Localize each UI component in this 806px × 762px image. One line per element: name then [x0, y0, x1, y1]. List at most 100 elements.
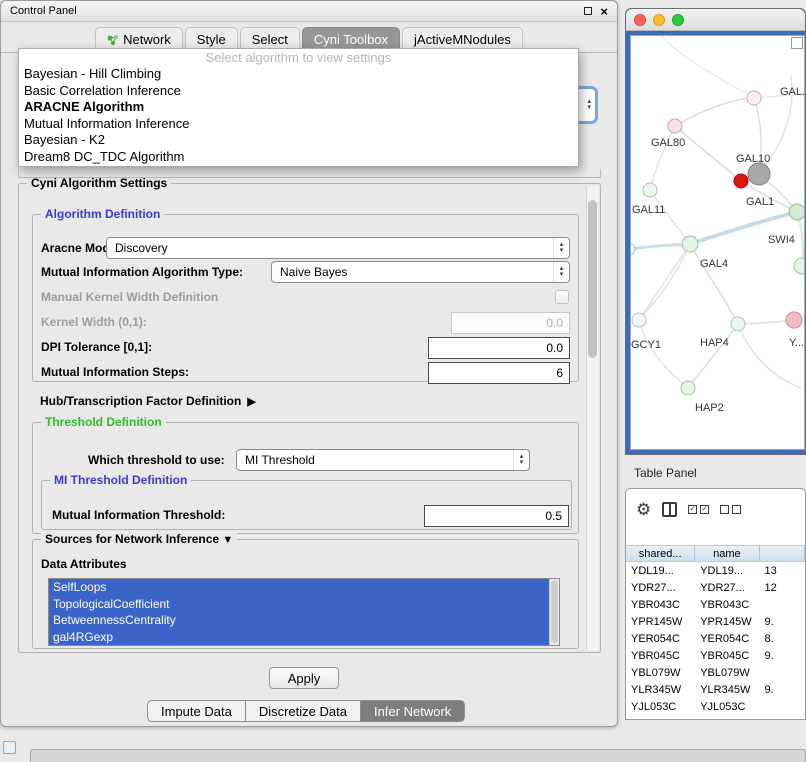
- table-row[interactable]: YDR27...YDR27...12: [626, 579, 805, 596]
- table-cell: 9.: [760, 616, 806, 628]
- manual-kernel-label: Manual Kernel Width Definition: [41, 290, 218, 304]
- network-node[interactable]: [786, 312, 802, 328]
- which-threshold-value: MI Threshold: [245, 453, 315, 467]
- table-cell: YJL053C: [626, 701, 695, 713]
- node-label: SWI4: [768, 234, 795, 246]
- table-body: YDL19...YDL19...13YDR27...YDR27...12YBR0…: [626, 562, 805, 715]
- which-threshold-select[interactable]: MI Threshold ▴▾: [236, 449, 530, 471]
- close-window-icon[interactable]: ×: [600, 5, 608, 18]
- mi-type-value: Naive Bayes: [280, 265, 347, 279]
- combo-arrows-icon: ▴▾: [513, 450, 529, 470]
- column-header-blank[interactable]: [760, 546, 806, 561]
- settings-scrollbar[interactable]: [586, 186, 598, 650]
- apply-button[interactable]: Apply: [269, 667, 339, 689]
- table-cell: YDR27...: [695, 582, 759, 594]
- table-panel-toolbar: ⚙: [626, 489, 805, 523]
- network-window-titlebar: [626, 9, 805, 31]
- network-node[interactable]: [632, 313, 646, 327]
- network-canvas[interactable]: GAL...GAL80GAL10GAL11GAL1SWI4GAL4GCY1HAP…: [630, 35, 805, 450]
- zoom-traffic-light[interactable]: [672, 14, 684, 26]
- control-panel-window: Control Panel × NetworkStyleSelectCyni T…: [0, 0, 618, 727]
- algorithm-option-basic-correlation-inference[interactable]: Basic Correlation Inference: [19, 83, 578, 100]
- table-row[interactable]: YLR345WYLR345W9.: [626, 681, 805, 698]
- network-node[interactable]: [631, 243, 635, 255]
- gear-icon[interactable]: ⚙: [636, 501, 651, 518]
- attribute-selfloops[interactable]: SelfLoops: [49, 579, 549, 596]
- attribute-topologicalcoefficient[interactable]: TopologicalCoefficient: [49, 596, 549, 613]
- column-header-name[interactable]: name: [695, 546, 759, 561]
- aracne-mode-select[interactable]: Discovery ▴▾: [106, 237, 570, 259]
- minimize-traffic-light[interactable]: [653, 14, 665, 26]
- manual-kernel-checkbox[interactable]: [555, 290, 569, 304]
- bottom-tab-infer-network[interactable]: Infer Network: [360, 700, 465, 722]
- table-row[interactable]: YJL053CYJL053C: [626, 698, 805, 715]
- cyni-bottom-tabbar: Impute DataDiscretize DataInfer Network: [147, 700, 465, 722]
- column-header-shared[interactable]: shared...: [626, 546, 695, 561]
- close-traffic-light[interactable]: [634, 14, 646, 26]
- network-node[interactable]: [681, 381, 695, 395]
- network-node[interactable]: [731, 317, 745, 331]
- birdseye-toggle[interactable]: [791, 37, 803, 49]
- settings-scrollbar-thumb[interactable]: [588, 200, 597, 358]
- combo-arrows-icon: ▴▾: [553, 238, 569, 258]
- algorithm-option-aracne-algorithm[interactable]: ARACNE Algorithm: [19, 99, 578, 116]
- node-label: GAL10: [736, 153, 770, 165]
- threshold-definition-title: Threshold Definition: [41, 415, 166, 429]
- mi-steps-field[interactable]: 6: [428, 362, 570, 384]
- network-node[interactable]: [747, 91, 761, 105]
- network-graph: GAL...GAL80GAL10GAL11GAL1SWI4GAL4GCY1HAP…: [631, 36, 805, 450]
- select-columns-icon[interactable]: [662, 502, 677, 517]
- tab-label: jActiveMNodules: [414, 32, 511, 47]
- network-node[interactable]: [794, 258, 805, 274]
- table-row[interactable]: YPR145WYPR145W9.: [626, 613, 805, 630]
- bottom-tab-impute-data[interactable]: Impute Data: [147, 700, 246, 722]
- control-panel-titlebar: Control Panel ×: [1, 1, 617, 22]
- collapsed-panel-icon[interactable]: [3, 741, 16, 754]
- network-edge: [631, 244, 690, 249]
- network-node[interactable]: [789, 204, 805, 220]
- network-node[interactable]: [734, 174, 748, 188]
- table-row[interactable]: YDL19...YDL19...13: [626, 562, 805, 579]
- table-cell: YPR145W: [626, 616, 695, 628]
- deselect-all-icon[interactable]: [720, 505, 741, 514]
- hub-definition-expander[interactable]: Hub/Transcription Factor Definition ▶: [40, 394, 256, 408]
- algorithm-option-dream8-dc-tdc-algorithm[interactable]: Dream8 DC_TDC Algorithm: [19, 149, 578, 166]
- table-row[interactable]: YBR043CYBR043C: [626, 596, 805, 613]
- sources-group-title[interactable]: Sources for Network Inference ▼: [41, 532, 237, 546]
- mi-threshold-field[interactable]: 0.5: [424, 505, 569, 527]
- table-cell: YBR045C: [626, 650, 695, 662]
- tab-label: Style: [197, 32, 226, 47]
- tab-label: Network: [123, 32, 171, 47]
- network-node[interactable]: [682, 236, 698, 252]
- attribute-betweennesscentrality[interactable]: BetweennessCentrality: [49, 612, 549, 629]
- network-node[interactable]: [643, 183, 657, 197]
- table-cell: 9.: [760, 684, 806, 696]
- network-edge: [650, 190, 690, 244]
- combo-arrows-icon: ▴▾: [553, 262, 569, 282]
- algorithm-option-bayesian-k2[interactable]: Bayesian - K2: [19, 132, 578, 149]
- algorithm-option-bayesian-hill-climbing[interactable]: Bayesian - Hill Climbing: [19, 66, 578, 83]
- table-cell: 12: [760, 582, 806, 594]
- table-row[interactable]: YBL079WYBL079W: [626, 664, 805, 681]
- table-cell: YDR27...: [626, 582, 695, 594]
- network-edge: [738, 324, 801, 388]
- network-node[interactable]: [748, 163, 770, 185]
- float-window-icon[interactable]: [584, 7, 592, 15]
- attribute-gal4rgexp[interactable]: gal4RGexp: [49, 629, 549, 646]
- dpi-tolerance-field[interactable]: 0.0: [428, 337, 570, 359]
- bottom-tab-discretize-data[interactable]: Discretize Data: [245, 700, 361, 722]
- network-edge: [661, 36, 754, 98]
- aracne-mode-value: Discovery: [115, 241, 168, 255]
- node-label: HAP2: [695, 402, 724, 414]
- table-row[interactable]: YER054CYER054C8.: [626, 630, 805, 647]
- mi-steps-label: Mutual Information Steps:: [41, 365, 189, 379]
- network-node[interactable]: [668, 119, 682, 133]
- algorithm-definition-title: Algorithm Definition: [41, 207, 164, 221]
- table-row[interactable]: YBR045CYBR045C9.: [626, 647, 805, 664]
- attributes-list-scrollbar[interactable]: [549, 579, 559, 645]
- network-edge: [675, 126, 741, 181]
- network-edge: [675, 98, 754, 126]
- select-all-icon[interactable]: [688, 505, 709, 514]
- mi-type-select[interactable]: Naive Bayes ▴▾: [271, 261, 570, 283]
- algorithm-option-mutual-information-inference[interactable]: Mutual Information Inference: [19, 116, 578, 133]
